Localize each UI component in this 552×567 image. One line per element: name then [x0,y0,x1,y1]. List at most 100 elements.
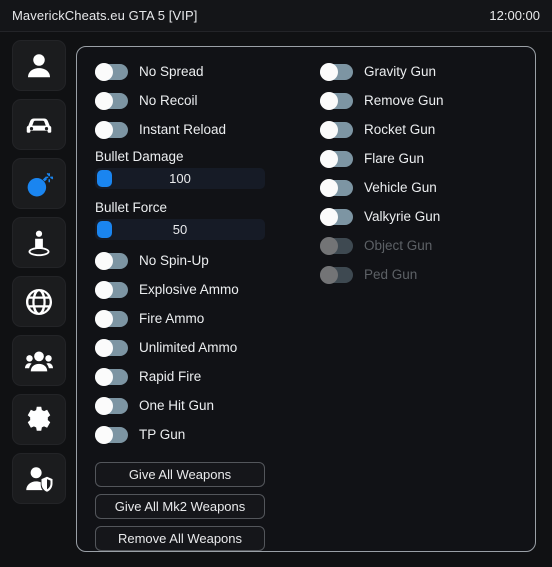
toggle-knob [95,62,113,81]
toggle-switch[interactable] [95,309,128,328]
toggle-switch[interactable] [95,120,128,139]
sidebar [12,40,66,504]
toggle-switch[interactable] [320,62,353,81]
slider-track[interactable]: 50 [95,219,265,240]
toggle-label: No Spread [139,64,204,79]
teleport-icon [24,228,54,258]
toggle-knob [95,91,113,110]
toggle-knob [95,120,113,139]
toggle-knob [95,280,113,299]
toggle-row[interactable]: One Hit Gun [95,391,285,420]
toggle-row[interactable]: No Recoil [95,86,285,115]
toggle-switch[interactable] [320,178,353,197]
toggle-switch[interactable] [95,62,128,81]
toggle-label: Object Gun [364,238,433,253]
toggle-row[interactable]: Remove Gun [320,86,510,115]
toggle-knob [95,396,113,415]
toggle-row[interactable]: Fire Ammo [95,304,285,333]
sidebar-item-weapons[interactable] [12,158,66,209]
toggle-switch[interactable] [95,280,128,299]
car-icon [24,110,54,140]
person-icon [24,51,54,81]
toggle-label: Fire Ammo [139,311,205,326]
gear-icon [24,405,54,435]
give-all-mk2-weapons-button[interactable]: Give All Mk2 Weapons [95,494,265,519]
person-shield-icon [24,464,54,494]
toggle-switch[interactable] [95,91,128,110]
toggle-row[interactable]: No Spread [95,57,285,86]
slider-value: 50 [172,222,188,237]
toggle-switch[interactable] [320,207,353,226]
toggle-knob [95,338,113,357]
slider-value: 100 [169,171,191,186]
toggle-switch [320,236,353,255]
toggle-switch[interactable] [95,367,128,386]
toggle-row[interactable]: Explosive Ammo [95,275,285,304]
slider-label: Bullet Damage [95,148,184,164]
toggle-switch[interactable] [95,251,128,270]
toggle-switch [320,265,353,284]
sidebar-item-protections[interactable] [12,453,66,504]
toggle-row[interactable]: Unlimited Ammo [95,333,285,362]
toggle-knob [320,207,338,226]
toggle-knob [320,120,338,139]
toggle-switch[interactable] [320,91,353,110]
toggle-knob [95,425,113,444]
toggle-knob [320,178,338,197]
slider-group: Bullet Force 50 [95,195,285,240]
toggle-row[interactable]: TP Gun [95,420,285,449]
toggle-switch[interactable] [95,425,128,444]
toggle-label: No Recoil [139,93,198,108]
toggle-switch[interactable] [95,396,128,415]
toggle-switch[interactable] [95,338,128,357]
toggle-label: Flare Gun [364,151,425,166]
sidebar-item-teleport[interactable] [12,217,66,268]
toggle-row[interactable]: Rocket Gun [320,115,510,144]
toggle-label: Vehicle Gun [364,180,437,195]
toggle-knob [320,265,338,284]
toggle-knob [320,91,338,110]
bomb-icon [24,169,54,199]
toggle-row: Ped Gun [320,260,510,289]
toggle-switch[interactable] [320,149,353,168]
toggle-knob [95,251,113,270]
titlebar: MaverickCheats.eu GTA 5 [VIP] 12:00:00 [0,0,552,32]
toggle-label: Gravity Gun [364,64,437,79]
toggle-label: Rocket Gun [364,122,436,137]
give-all-weapons-button[interactable]: Give All Weapons [95,462,265,487]
sidebar-item-player[interactable] [12,40,66,91]
sidebar-item-settings[interactable] [12,394,66,445]
toggle-knob [320,236,338,255]
window-title: MaverickCheats.eu GTA 5 [VIP] [12,8,198,23]
toggle-row[interactable]: Gravity Gun [320,57,510,86]
remove-all-weapons-button[interactable]: Remove All Weapons [95,526,265,551]
sidebar-item-world[interactable] [12,276,66,327]
toggle-row[interactable]: Flare Gun [320,144,510,173]
toggle-label: Valkyrie Gun [364,209,441,224]
toggle-label: Rapid Fire [139,369,202,384]
toggle-label: Explosive Ammo [139,282,239,297]
toggle-knob [95,367,113,386]
toggle-label: No Spin-Up [139,253,209,268]
sidebar-item-vehicle[interactable] [12,99,66,150]
toggle-row[interactable]: Valkyrie Gun [320,202,510,231]
toggle-label: One Hit Gun [139,398,215,413]
slider-label: Bullet Force [95,199,168,215]
clock: 12:00:00 [489,8,540,23]
slider-track[interactable]: 100 [95,168,265,189]
toggle-row[interactable]: Instant Reload [95,115,285,144]
toggle-row[interactable]: No Spin-Up [95,246,285,275]
toggle-switch[interactable] [320,120,353,139]
group-icon [24,346,54,376]
toggle-row[interactable]: Vehicle Gun [320,173,510,202]
sidebar-item-online[interactable] [12,335,66,386]
toggle-knob [320,62,338,81]
toggle-row: Object Gun [320,231,510,260]
toggle-label: Instant Reload [139,122,227,137]
action-buttons: Give All Weapons Give All Mk2 Weapons Remo… [95,462,285,558]
toggle-row[interactable]: Rapid Fire [95,362,285,391]
toggle-knob [320,149,338,168]
slider-group: Bullet Damage 100 [95,144,285,189]
toggle-label: Ped Gun [364,267,418,282]
toggle-label: Unlimited Ammo [139,340,238,355]
